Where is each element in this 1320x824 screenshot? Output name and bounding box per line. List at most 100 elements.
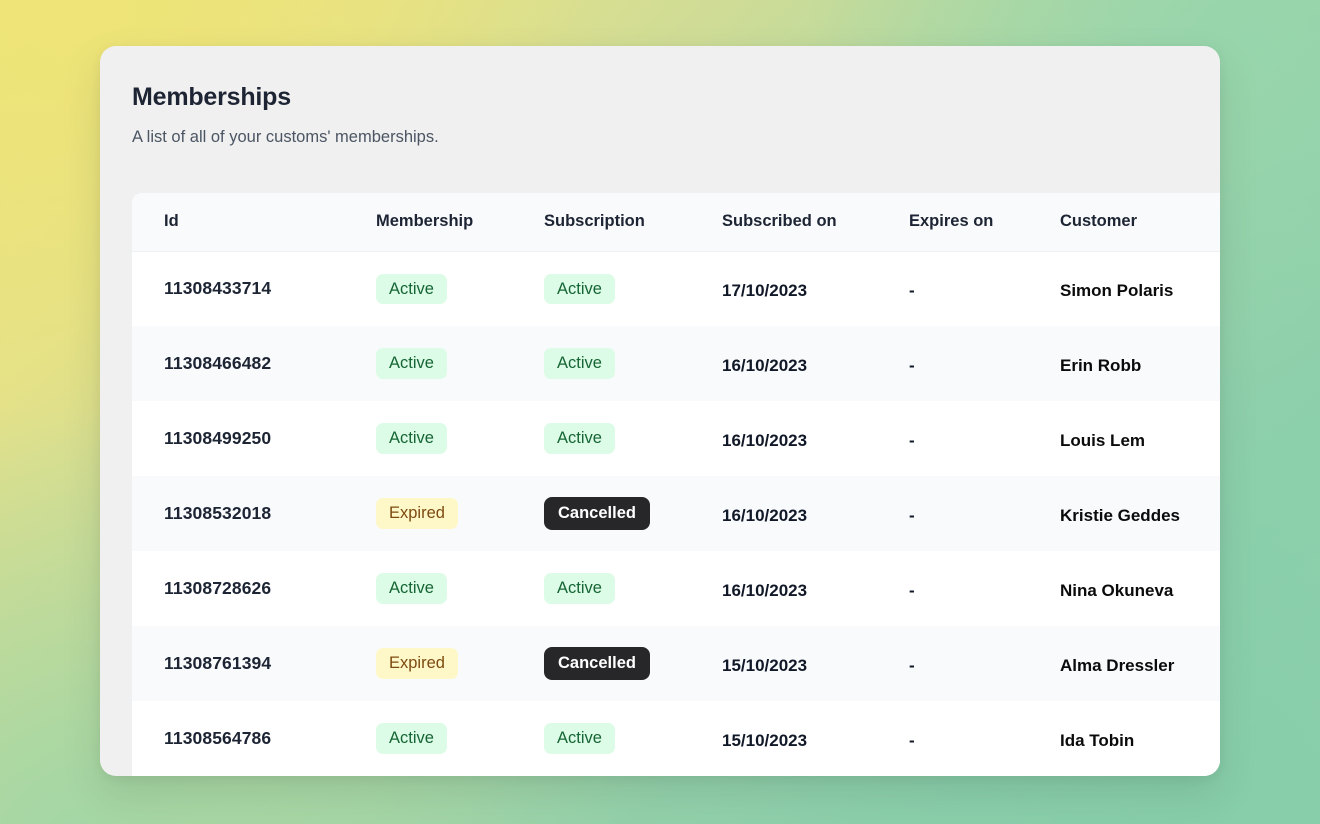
- table-row[interactable]: 11308466482 Active Active 16/10/2023 - Erin R…: [132, 326, 1220, 401]
- customer-name: Nina Okuneva: [1060, 580, 1174, 600]
- cell-membership: Active: [344, 326, 512, 401]
- membership-status-badge: Active: [376, 423, 447, 454]
- membership-status-badge: Expired: [376, 498, 458, 529]
- cell-id: 11308499250: [132, 401, 344, 476]
- cell-customer: Kristie Geddes: [1028, 476, 1220, 551]
- cell-id: 11308466482: [132, 326, 344, 401]
- customer-name: Kristie Geddes: [1060, 505, 1180, 525]
- expires-on-value: -: [909, 580, 915, 600]
- subscription-status-badge: Active: [544, 273, 615, 304]
- cell-subscription: Active: [512, 551, 690, 626]
- membership-id: 11308433714: [164, 278, 272, 299]
- column-header-id[interactable]: Id: [132, 193, 344, 252]
- subscribed-on-date: 16/10/2023: [722, 355, 808, 375]
- membership-status-badge: Active: [376, 723, 447, 754]
- page-subtitle: A list of all of your customs' membershi…: [132, 128, 439, 146]
- subscription-status-badge: Active: [544, 423, 615, 454]
- cell-membership: Expired: [344, 476, 512, 551]
- cell-subscription: Active: [512, 701, 690, 776]
- expires-on-value: -: [909, 355, 915, 375]
- cell-customer: Nina Okuneva: [1028, 551, 1220, 626]
- cell-expires-on: -: [877, 701, 1028, 776]
- table-row[interactable]: 11308499250 Active Active 16/10/2023 - Louis …: [132, 401, 1220, 476]
- customer-name: Erin Robb: [1060, 355, 1142, 375]
- table-header-row: Id Membership Subscription Subscribed on…: [132, 193, 1220, 252]
- column-header-customer[interactable]: Customer: [1028, 193, 1220, 252]
- table-row[interactable]: 11308728626 Active Active 16/10/2023 - Nina O…: [132, 551, 1220, 626]
- membership-id: 11308761394: [164, 653, 272, 673]
- cell-subscribed-on: 16/10/2023: [690, 476, 877, 551]
- customer-name: Alma Dressler: [1060, 655, 1175, 675]
- column-header-expires-on[interactable]: Expires on: [877, 193, 1028, 252]
- cell-membership: Active: [344, 401, 512, 476]
- subscription-status-badge: Active: [544, 723, 615, 754]
- cell-subscribed-on: 15/10/2023: [690, 701, 877, 776]
- cell-customer: Erin Robb: [1028, 326, 1220, 401]
- cell-customer: Louis Lem: [1028, 401, 1220, 476]
- cell-subscription: Cancelled: [512, 626, 690, 701]
- membership-status-badge: Active: [376, 573, 447, 604]
- cell-subscription: Active: [512, 251, 690, 326]
- subscribed-on-date: 17/10/2023: [722, 280, 808, 300]
- membership-id: 11308532018: [164, 503, 272, 523]
- column-header-subscription[interactable]: Subscription: [512, 193, 690, 252]
- cell-id: 11308433714: [132, 251, 344, 326]
- cell-subscribed-on: 16/10/2023: [690, 401, 877, 476]
- expires-on-value: -: [909, 505, 915, 525]
- page-title: Memberships: [132, 83, 291, 111]
- cell-subscription: Active: [512, 401, 690, 476]
- cell-customer: Alma Dressler: [1028, 626, 1220, 701]
- table-body: 11308433714 Active Active 17/10/2023 - Simon …: [132, 251, 1220, 776]
- cell-expires-on: -: [877, 476, 1028, 551]
- subscribed-on-date: 16/10/2023: [722, 580, 808, 600]
- membership-id: 11308499250: [164, 428, 272, 448]
- cell-membership: Active: [344, 251, 512, 326]
- cell-expires-on: -: [877, 551, 1028, 626]
- expires-on-value: -: [909, 655, 915, 675]
- cell-membership: Active: [344, 551, 512, 626]
- table-header: Id Membership Subscription Subscribed on…: [132, 193, 1220, 252]
- cell-subscribed-on: 16/10/2023: [690, 326, 877, 401]
- cell-expires-on: -: [877, 326, 1028, 401]
- cell-expires-on: -: [877, 251, 1028, 326]
- subscription-status-badge: Cancelled: [544, 497, 650, 530]
- membership-id: 11308466482: [164, 353, 272, 373]
- customer-name: Louis Lem: [1060, 430, 1146, 450]
- membership-status-badge: Active: [376, 273, 447, 304]
- column-header-subscribed-on[interactable]: Subscribed on: [690, 193, 877, 252]
- membership-status-badge: Active: [376, 348, 447, 379]
- subscribed-on-date: 15/10/2023: [722, 730, 808, 750]
- card-header: Memberships A list of all of your custom…: [100, 46, 1220, 148]
- table-row[interactable]: 11308532018 Expired Cancelled 16/10/2023 - Kr…: [132, 476, 1220, 551]
- cell-subscribed-on: 16/10/2023: [690, 551, 877, 626]
- cell-customer: Simon Polaris: [1028, 251, 1220, 326]
- cell-subscribed-on: 15/10/2023: [690, 626, 877, 701]
- cell-membership: Expired: [344, 626, 512, 701]
- subscribed-on-date: 16/10/2023: [722, 430, 808, 450]
- subscription-status-badge: Active: [544, 573, 615, 604]
- cell-membership: Active: [344, 701, 512, 776]
- cell-customer: Ida Tobin: [1028, 701, 1220, 776]
- membership-id: 11308728626: [164, 578, 272, 598]
- membership-id: 11308564786: [164, 728, 272, 748]
- expires-on-value: -: [909, 730, 915, 750]
- column-header-membership[interactable]: Membership: [344, 193, 512, 252]
- subscription-status-badge: Active: [544, 348, 615, 379]
- expires-on-value: -: [909, 280, 915, 300]
- cell-id: 11308761394: [132, 626, 344, 701]
- cell-subscribed-on: 17/10/2023: [690, 251, 877, 326]
- table-row[interactable]: 11308564786 Active Active 15/10/2023 - Ida To…: [132, 701, 1220, 776]
- cell-expires-on: -: [877, 626, 1028, 701]
- memberships-table-container: Id Membership Subscription Subscribed on…: [132, 193, 1220, 776]
- customer-name: Simon Polaris: [1060, 280, 1174, 300]
- cell-subscription: Cancelled: [512, 476, 690, 551]
- cell-id: 11308564786: [132, 701, 344, 776]
- expires-on-value: -: [909, 430, 915, 450]
- cell-expires-on: -: [877, 401, 1028, 476]
- subscription-status-badge: Cancelled: [544, 647, 650, 680]
- customer-name: Ida Tobin: [1060, 730, 1135, 750]
- memberships-card: Memberships A list of all of your custom…: [100, 46, 1220, 776]
- table-row[interactable]: 11308761394 Expired Cancelled 15/10/2023 - Al…: [132, 626, 1220, 701]
- subscribed-on-date: 15/10/2023: [722, 655, 808, 675]
- table-row[interactable]: 11308433714 Active Active 17/10/2023 - Simon …: [132, 251, 1220, 326]
